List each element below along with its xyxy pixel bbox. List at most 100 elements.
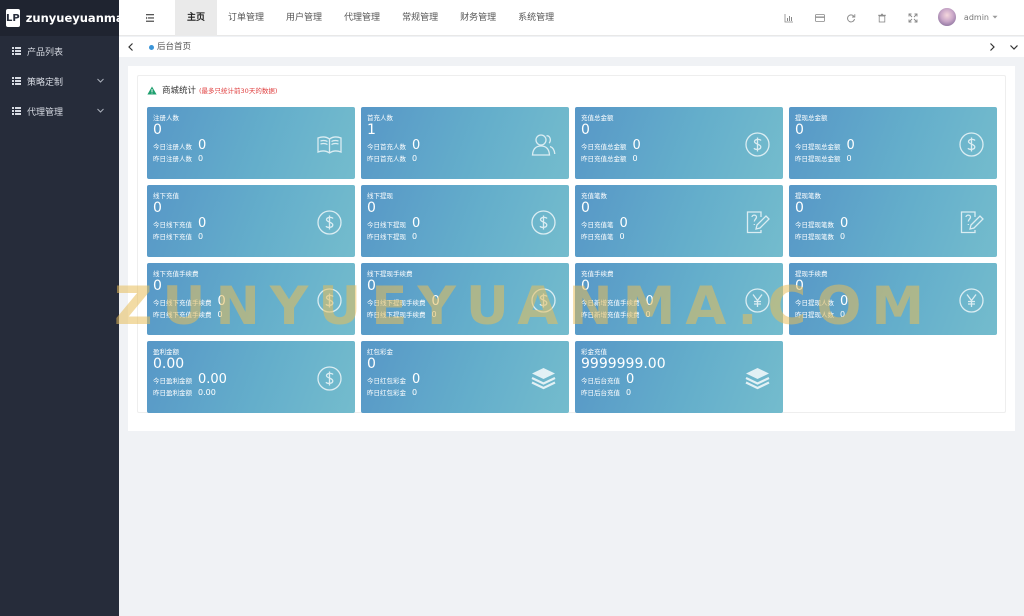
yesterday-label: 昨日提现人数 (795, 311, 834, 319)
chevron-left-icon[interactable] (125, 41, 137, 53)
refresh-icon[interactable] (844, 11, 858, 25)
page-tabs-bar: 后台首页 (119, 37, 1024, 57)
avatar (937, 8, 956, 26)
yesterday-value: 0 (198, 232, 204, 241)
yesterday-label: 昨日注册人数 (153, 155, 192, 163)
list-icon (12, 47, 21, 55)
dollar-icon (530, 287, 557, 314)
yen-icon (744, 287, 771, 314)
yesterday-value: 0 (412, 232, 418, 241)
logo-icon: LP (6, 9, 20, 27)
stat-card: 充值总金额 0 今日充值总金额 0 昨日充值总金额 0 (575, 107, 783, 179)
card-title: 充值笔数 (581, 192, 607, 200)
stat-card: 彩金充值 9999999.00 今日后台充值 0 昨日后台充值 0 (575, 341, 783, 413)
app-name: zunyueyuanma (25, 11, 124, 25)
yesterday-value: 0 (198, 154, 204, 163)
today-label: 今日线下充值 (153, 221, 192, 229)
nav-tab[interactable]: 常规管理 (391, 0, 449, 36)
yesterday-value: 0 (431, 310, 437, 319)
yesterday-label: 昨日充值笔 (581, 233, 614, 241)
stat-card: 充值手续费 0 今日新增充值手续费 0 昨日新增充值手续费 0 (575, 263, 783, 335)
today-label: 今日注册人数 (153, 143, 192, 151)
sidebar-item[interactable]: 策略定制 (0, 66, 119, 96)
sidebar-item-label: 策略定制 (27, 77, 64, 88)
trash-icon[interactable] (875, 11, 889, 25)
today-label: 今日新增充值手续费 (581, 299, 640, 307)
stat-card: 线下充值手续费 0 今日线下充值手续费 0 昨日线下充值手续费 0 (147, 263, 355, 335)
yesterday-label: 昨日线下提现 (367, 233, 406, 241)
stats-panel: 商城统计 (最多只统计前30天的数据) 注册人数 0 今日注册人数 0 昨日注册人数 0 首… (137, 75, 1006, 413)
yesterday-label: 昨日线下充值手续费 (153, 311, 212, 319)
card-title: 盈利金额 (153, 348, 179, 356)
fullscreen-icon[interactable] (906, 11, 920, 25)
book-icon (316, 131, 343, 158)
yesterday-label: 昨日后台充值 (581, 389, 620, 397)
nav-tab[interactable]: 订单管理 (217, 0, 275, 36)
today-value: 0 (412, 216, 421, 231)
card-title: 线下提现手续费 (367, 270, 413, 278)
chevron-right-icon[interactable] (986, 41, 998, 53)
sidebar-item-label: 代理管理 (27, 107, 64, 118)
today-value: 0.00 (198, 372, 227, 387)
user-menu[interactable]: admin (937, 8, 998, 26)
list-icon (12, 77, 21, 85)
card-title: 提现总金额 (795, 114, 828, 122)
today-value: 0 (619, 216, 628, 231)
nav-tab[interactable]: 主页 (175, 0, 218, 36)
today-value: 0 (840, 216, 849, 231)
dollar-icon (316, 209, 343, 236)
header-tools (765, 11, 920, 25)
yesterday-value: 0 (619, 232, 625, 241)
user-name: admin (963, 12, 989, 22)
panel-header: 商城统计 (最多只统计前30天的数据) (147, 84, 277, 96)
stack-icon (530, 365, 557, 392)
yesterday-value: 0.00 (198, 388, 216, 397)
card-title: 线下充值手续费 (153, 270, 199, 278)
stat-card: 注册人数 0 今日注册人数 0 昨日注册人数 0 (147, 107, 355, 179)
today-label: 今日首充人数 (367, 143, 406, 151)
stat-card: 提现手续费 0 今日提现人数 0 昨日提现人数 0 (789, 263, 997, 335)
card-title: 首充人数 (367, 114, 393, 122)
yen-icon (958, 287, 985, 314)
stat-card: 线下充值 0 今日线下充值 0 昨日线下充值 0 (147, 185, 355, 257)
stat-card: 提现笔数 0 今日提现笔数 0 昨日提现笔数 0 (789, 185, 997, 257)
nav-tab[interactable]: 用户管理 (275, 0, 333, 36)
yesterday-value: 0 (626, 388, 632, 397)
today-label: 今日线下提现手续费 (367, 299, 426, 307)
today-label: 今日提现笔数 (795, 221, 834, 229)
today-label: 今日充值笔 (581, 221, 614, 229)
yesterday-label: 昨日红包彩金 (367, 389, 406, 397)
logo-bar[interactable]: LP zunyueyuanma (0, 0, 124, 36)
yesterday-label: 昨日线下提现手续费 (367, 311, 426, 319)
stat-card: 首充人数 1 今日首充人数 0 昨日首充人数 0 (361, 107, 569, 179)
card-title: 线下提现 (367, 192, 393, 200)
sidebar-item[interactable]: 代理管理 (0, 96, 119, 126)
nav-tab[interactable]: 代理管理 (333, 0, 391, 36)
today-label: 今日盈利金额 (153, 377, 192, 385)
yesterday-label: 昨日首充人数 (367, 155, 406, 163)
chevron-down-icon (97, 108, 104, 113)
dollar-icon (316, 287, 343, 314)
warning-icon (147, 86, 157, 94)
page-tab-home[interactable]: 后台首页 (149, 37, 191, 57)
today-label: 今日提现人数 (795, 299, 834, 307)
nav-tab[interactable]: 系统管理 (507, 0, 565, 36)
chart-icon[interactable] (782, 11, 796, 25)
today-label: 今日线下充值手续费 (153, 299, 212, 307)
sidebar-item[interactable]: 产品列表 (0, 36, 119, 66)
stack-icon (744, 365, 771, 392)
caret-down-icon (992, 15, 998, 19)
yesterday-label: 昨日充值总金额 (581, 155, 627, 163)
sidebar-menu: 产品列表策略定制代理管理 (0, 36, 119, 126)
sidebar: LP zunyueyuanma 产品列表策略定制代理管理 (0, 0, 124, 616)
today-value: 0 (198, 216, 207, 231)
stat-card: 红包彩金 0 今日红包彩金 0 昨日红包彩金 0 (361, 341, 569, 413)
active-dot-icon (149, 44, 154, 50)
card-title: 充值总金额 (581, 114, 614, 122)
yesterday-value: 0 (632, 154, 638, 163)
chevron-down-icon[interactable] (1008, 41, 1020, 53)
stat-card: 线下提现手续费 0 今日线下提现手续费 0 昨日线下提现手续费 0 (361, 263, 569, 335)
menu-toggle-icon[interactable] (143, 11, 157, 25)
nav-tab[interactable]: 财务管理 (449, 0, 507, 36)
card-icon[interactable] (813, 11, 827, 25)
